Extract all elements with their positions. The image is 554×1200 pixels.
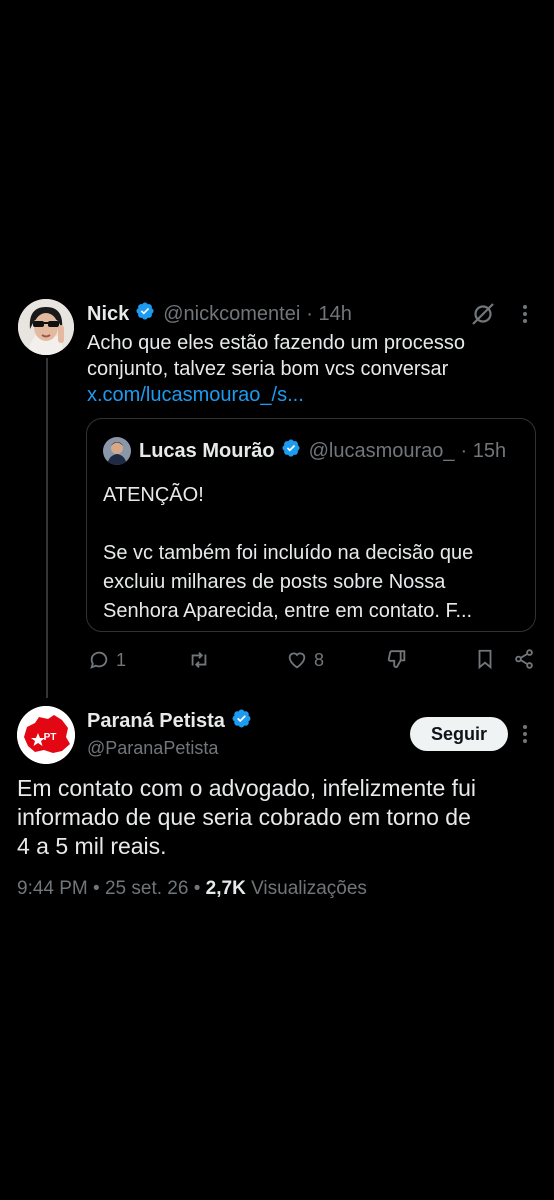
parana-petista-avatar[interactable]: PT xyxy=(17,706,75,764)
views-label: Visualizações xyxy=(245,878,367,899)
reply-icon xyxy=(90,651,108,669)
main-post-text-line: Em contato com o advogado, infelizmente … xyxy=(17,775,476,801)
reply-author-name[interactable]: Nick xyxy=(87,303,129,326)
reply-count: 1 xyxy=(116,649,127,670)
retweet-action[interactable] xyxy=(187,648,217,672)
more-options-icon[interactable] xyxy=(515,302,535,326)
quote-header: Lucas Mourão @lucasmourao_ · 15h xyxy=(139,437,506,465)
quote-author-name: Lucas Mourão xyxy=(139,439,275,462)
quote-time: · 15h xyxy=(460,439,507,462)
reply-text-line: Acho que eles estão fazendo um processo xyxy=(87,332,466,354)
retweet-icon xyxy=(191,652,207,668)
thread-line xyxy=(46,358,48,698)
more-options-icon[interactable] xyxy=(515,722,535,746)
quote-text: ATENÇÃO! Se vc também foi incluído na de… xyxy=(103,481,473,626)
main-post-header: Paraná Petista xyxy=(87,707,252,735)
views-count[interactable]: 2,7K xyxy=(206,878,246,899)
share-icon[interactable] xyxy=(513,648,537,672)
quote-text-line: ATENÇÃO! xyxy=(103,484,204,506)
like-action[interactable]: 8 xyxy=(286,648,324,672)
dislike-icon[interactable] xyxy=(386,648,410,672)
heart-icon xyxy=(288,652,306,669)
main-post-text: Em contato com o advogado, infelizmente … xyxy=(17,774,476,861)
main-post-text-line: informado de que seria cobrado em torno … xyxy=(17,804,471,830)
post-metadata: 9:44 PM • 25 set. 26 • 2,7K Visualizaçõe… xyxy=(17,878,367,900)
reply-action[interactable]: 1 xyxy=(88,648,126,672)
meta-separator: • xyxy=(87,878,105,899)
verified-badge-icon xyxy=(231,708,252,735)
reply-text-line: conjunto, talvez seria bom vcs conversar xyxy=(87,358,449,380)
grok-icon[interactable] xyxy=(471,302,495,326)
bookmark-icon[interactable] xyxy=(474,648,498,672)
quote-text-line: Se vc também foi incluído na decisão que xyxy=(103,542,474,564)
meta-separator: • xyxy=(188,878,206,899)
post-time[interactable]: 9:44 PM xyxy=(17,878,88,899)
follow-button[interactable]: Seguir xyxy=(410,717,508,751)
post-date[interactable]: 25 set. 26 xyxy=(105,878,188,899)
reply-author-handle[interactable]: @nickcomentei xyxy=(163,303,300,326)
verified-badge-icon xyxy=(135,301,155,327)
like-count: 8 xyxy=(314,649,325,670)
pt-logo-text: PT xyxy=(44,732,57,743)
quote-text-line: excluiu milhares de posts sobre Nossa xyxy=(103,571,446,593)
reply-text: Acho que eles estão fazendo um processo … xyxy=(87,330,465,408)
main-author-name[interactable]: Paraná Petista xyxy=(87,710,225,733)
lucas-avatar xyxy=(103,437,131,465)
verified-badge-icon xyxy=(281,438,301,464)
main-author-handle[interactable]: @ParanaPetista xyxy=(87,738,218,759)
quote-author-handle: @lucasmourao_ xyxy=(308,439,455,462)
reply-header: Nick @nickcomentei · 14h xyxy=(87,300,352,328)
main-post-text-line: 4 a 5 mil reais. xyxy=(17,833,167,859)
quote-text-line: Senhora Aparecida, entre em contato. F..… xyxy=(103,600,473,622)
nick-avatar[interactable] xyxy=(18,299,74,355)
reply-time: · 14h xyxy=(306,302,352,325)
reply-link[interactable]: x.com/lucasmourao_/s... xyxy=(87,382,465,408)
quoted-tweet[interactable]: Lucas Mourão @lucasmourao_ · 15h ATENÇÃO… xyxy=(86,418,536,632)
